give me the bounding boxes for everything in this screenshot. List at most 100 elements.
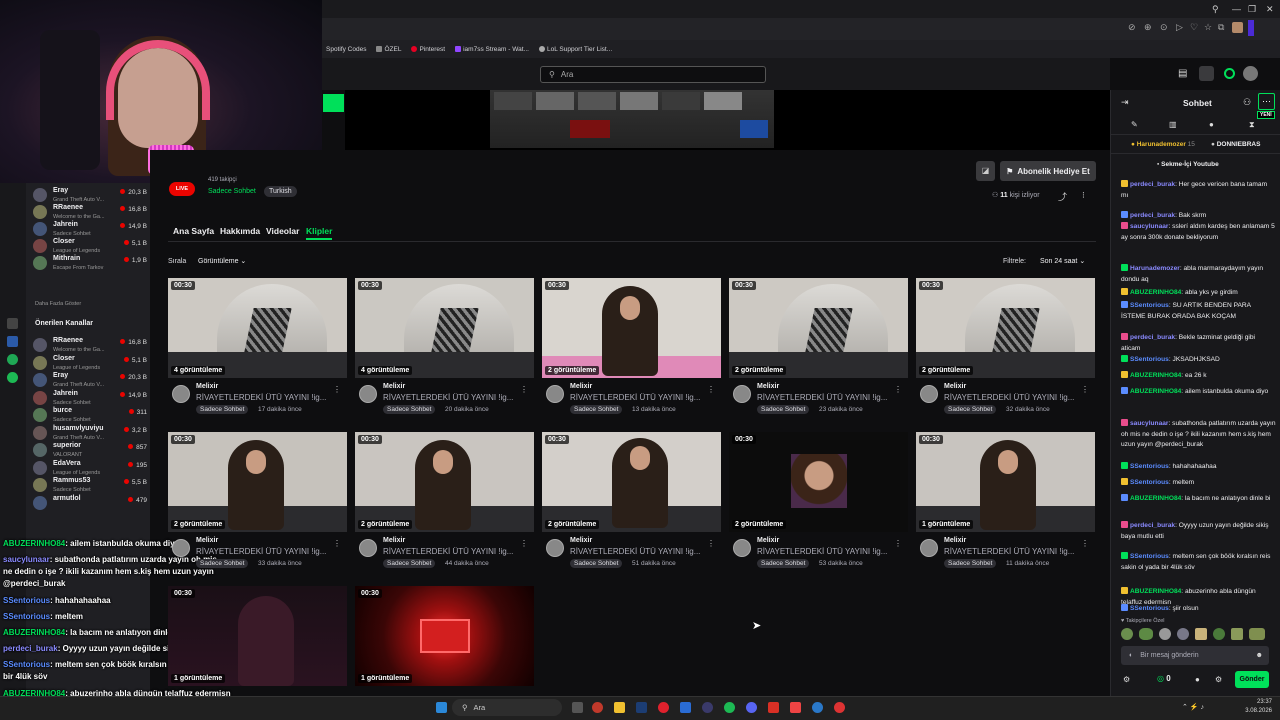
chat-username[interactable]: ABUZERINHO84 xyxy=(1130,588,1181,595)
clip-thumbnail[interactable]: 00:30 2 görüntüleme xyxy=(729,278,908,378)
clip-thumbnail[interactable]: 00:30 2 görüntüleme xyxy=(542,278,721,378)
emote[interactable] xyxy=(1139,628,1153,640)
clip-channel-name[interactable]: Melixir xyxy=(383,383,405,390)
app-icon[interactable] xyxy=(7,318,18,329)
tab-clips[interactable]: Klipler xyxy=(306,226,332,236)
photoshop-icon[interactable] xyxy=(636,702,647,713)
clip-category-tag[interactable]: Sadece Sohbet xyxy=(570,559,623,568)
clip-thumbnail[interactable]: 00:30 1 görüntüleme xyxy=(168,586,347,686)
clip-channel-name[interactable]: Melixir xyxy=(944,537,966,544)
clip-thumbnail[interactable]: 00:30 4 görüntüleme xyxy=(355,278,534,378)
chat-username[interactable]: ABUZERINHO84 xyxy=(1130,388,1181,395)
channel-avatar[interactable] xyxy=(920,539,938,557)
trash-icon[interactable]: ▥ xyxy=(1169,120,1177,129)
chat-username[interactable]: perdeci_burak xyxy=(1130,334,1175,341)
more-options-icon[interactable]: ⋮ xyxy=(520,539,528,548)
clip-channel-name[interactable]: Melixir xyxy=(570,537,592,544)
sort-dropdown[interactable]: Görüntüleme ⌄ xyxy=(194,255,250,267)
share-icon[interactable]: ⤴ xyxy=(1058,190,1067,203)
chat-username[interactable]: SSentorious xyxy=(1130,479,1169,486)
profile-avatar[interactable] xyxy=(1232,22,1243,33)
windows-start-icon[interactable] xyxy=(436,702,447,713)
clip-channel-name[interactable]: Melixir xyxy=(196,383,218,390)
translate-icon[interactable]: ⊙ xyxy=(1160,22,1168,33)
settings-cog-icon[interactable]: ⚙ xyxy=(1123,675,1130,684)
bookmark-ozel[interactable]: ÖZEL xyxy=(376,45,401,53)
emote[interactable] xyxy=(1231,628,1243,640)
clip-channel-name[interactable]: Melixir xyxy=(757,383,779,390)
chat-username[interactable]: ABUZERINHO84 xyxy=(1130,372,1181,379)
clip-category-tag[interactable]: Sadece Sohbet xyxy=(383,559,436,568)
chat-username[interactable]: perdeci_burak xyxy=(1130,522,1175,529)
puzzle-icon[interactable]: ⧉ xyxy=(1218,22,1224,33)
clip-title[interactable]: RİVAYETLERDEKİ ÜTÜ YAYINI !ig... xyxy=(944,547,1074,556)
pin-icon[interactable]: ✎ xyxy=(1131,120,1138,129)
clip-channel-name[interactable]: Melixir xyxy=(196,537,218,544)
restore-icon[interactable]: ❐ xyxy=(1248,4,1256,15)
more-options-icon[interactable]: ⋮ xyxy=(333,385,341,394)
minimize-icon[interactable]: — xyxy=(1232,4,1241,14)
taskbar-search[interactable]: ⚲ Ara xyxy=(452,699,562,716)
emote[interactable] xyxy=(1213,628,1225,640)
bookmark-stream[interactable]: iam7ss Stream - Wat... xyxy=(455,45,529,53)
bookmark-lol[interactable]: LoL Support Tier List... xyxy=(538,45,612,53)
channel-avatar[interactable] xyxy=(733,385,751,403)
chat-username[interactable]: SSentorious xyxy=(1130,553,1169,560)
search-input[interactable]: ⚲ Ara xyxy=(540,66,766,83)
clip-title[interactable]: RİVAYETLERDEKİ ÜTÜ YAYINI !ig... xyxy=(757,547,887,556)
tray-icons[interactable]: ⌃ ⚡ ♪ xyxy=(1182,703,1204,711)
emote[interactable] xyxy=(1195,628,1207,640)
extension-icon[interactable]: ⊘ xyxy=(1128,22,1136,33)
app-icon[interactable] xyxy=(790,702,801,713)
chat-username[interactable]: perdeci_burak xyxy=(1130,212,1175,219)
zoom-icon[interactable]: ⊕ xyxy=(1144,22,1152,33)
clip-category-tag[interactable]: Sadece Sohbet xyxy=(757,405,810,414)
app-icon[interactable] xyxy=(680,702,691,713)
users-icon[interactable]: ⚇ xyxy=(1243,97,1251,108)
bookmark-pinterest[interactable]: Pinterest xyxy=(411,45,445,53)
channel-avatar[interactable] xyxy=(359,539,377,557)
file-explorer-icon[interactable] xyxy=(614,702,625,713)
more-options-icon[interactable]: ⋮ xyxy=(333,539,341,548)
more-options-icon[interactable]: ⋮ xyxy=(520,385,528,394)
chat-bubble-icon[interactable]: ● xyxy=(1209,120,1214,129)
app-icon[interactable] xyxy=(812,702,823,713)
more-chat-options-button[interactable]: ⋯ xyxy=(1258,93,1275,110)
clip-category-tag[interactable]: Sadece Sohbet xyxy=(196,405,249,414)
category-link[interactable]: Sadece Sohbet xyxy=(208,188,256,195)
send-button[interactable]: Gönder xyxy=(1235,671,1269,688)
clip-category-tag[interactable]: Sadece Sohbet xyxy=(383,405,436,414)
bookmark-spotify[interactable]: Spotify Codes xyxy=(326,46,366,53)
close-icon[interactable]: ✕ xyxy=(1266,4,1274,15)
search-icon[interactable]: ⚲ xyxy=(1212,4,1219,15)
more-options-icon[interactable]: ⋮ xyxy=(1081,539,1089,548)
channel-avatar[interactable] xyxy=(172,539,190,557)
chat-username[interactable]: SSentorious xyxy=(1130,463,1169,470)
tab-videos[interactable]: Videolar xyxy=(266,226,299,236)
discord-icon[interactable] xyxy=(746,702,757,713)
chat-username[interactable]: SSentorious xyxy=(1130,356,1169,363)
clip-thumbnail[interactable]: 00:30 2 görüntüleme xyxy=(916,278,1095,378)
chat-username[interactable]: perdeci_burak xyxy=(1130,181,1175,188)
app-icon[interactable] xyxy=(592,702,603,713)
opera-icon[interactable] xyxy=(658,702,669,713)
gear-icon[interactable]: ⚙ xyxy=(1215,675,1222,684)
spotify-icon[interactable] xyxy=(7,372,18,383)
emote[interactable] xyxy=(1249,628,1265,640)
clip-title[interactable]: RİVAYETLERDEKİ ÜTÜ YAYINI !ig... xyxy=(944,393,1074,402)
channel-avatar[interactable] xyxy=(546,385,564,403)
clip-title[interactable]: RİVAYETLERDEKİ ÜTÜ YAYINI !ig... xyxy=(383,393,513,402)
chat-username[interactable]: ABUZERINHO84 xyxy=(1130,495,1181,502)
clip-category-tag[interactable]: Sadece Sohbet xyxy=(944,559,997,568)
more-options-icon[interactable]: ⋮ xyxy=(1081,385,1089,394)
chat-username[interactable]: SSentorious xyxy=(1130,302,1169,309)
app-icon[interactable] xyxy=(834,702,845,713)
clip-title[interactable]: RİVAYETLERDEKİ ÜTÜ YAYINI !ig... xyxy=(383,547,513,556)
clip-thumbnail[interactable]: 00:30 2 görüntüleme xyxy=(729,432,908,532)
pinned-message[interactable]: ▪ Sekme-İçi Youtube xyxy=(1157,161,1219,168)
app-icon[interactable] xyxy=(768,702,779,713)
sidebar-channel[interactable]: armutlol 479 xyxy=(33,493,151,519)
chat-bubble-icon[interactable]: ● xyxy=(1195,675,1200,684)
clip-category-tag[interactable]: Sadece Sohbet xyxy=(944,405,997,414)
chat-username[interactable]: Harunademozer xyxy=(1130,265,1180,272)
